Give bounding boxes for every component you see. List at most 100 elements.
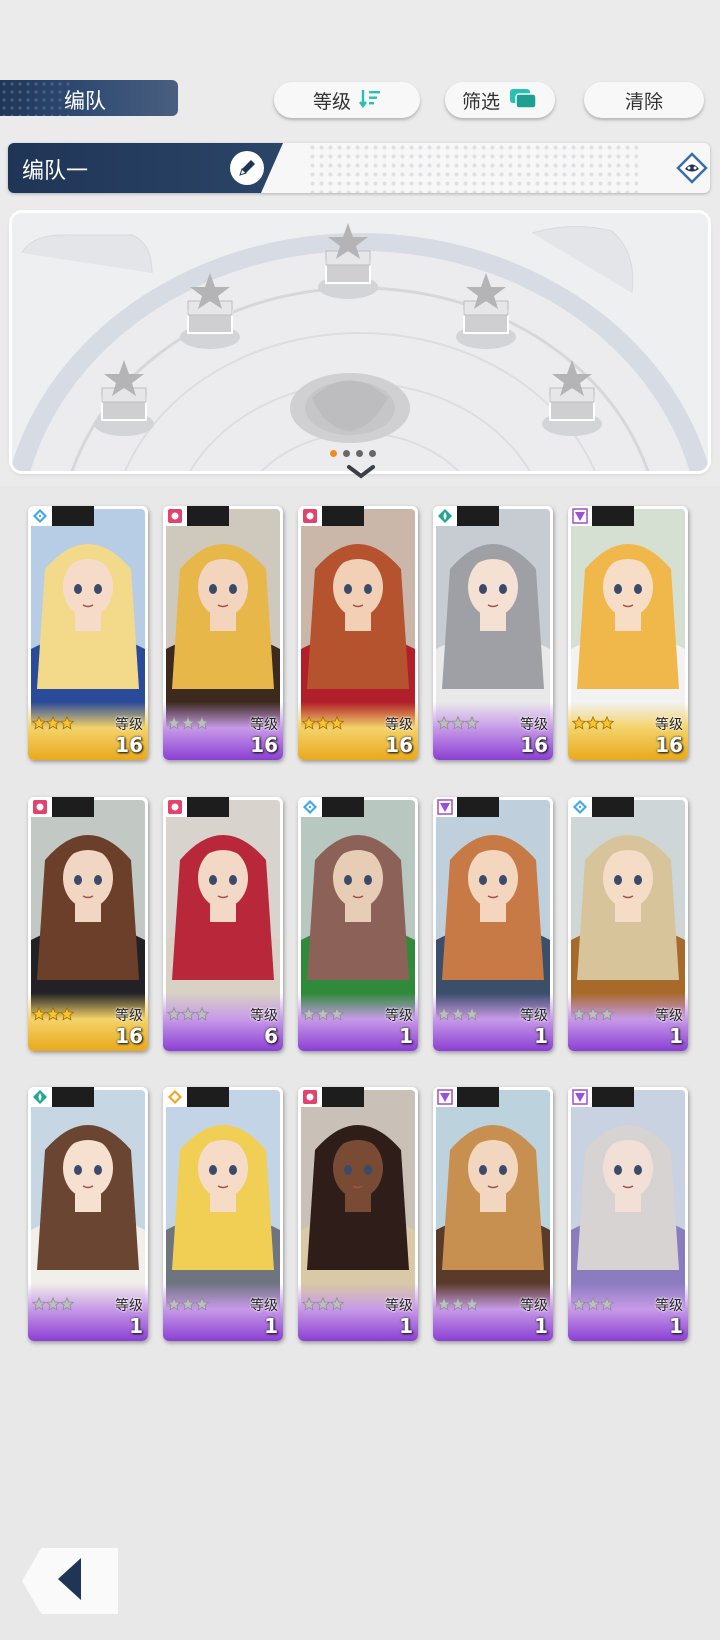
character-card[interactable]: 等级 1 (568, 1087, 688, 1341)
star-empty-icon (181, 1297, 195, 1311)
star-rating (572, 1007, 614, 1021)
formation-slot[interactable] (542, 358, 602, 442)
star-empty-icon (330, 1007, 344, 1021)
star-filled-icon (316, 716, 330, 730)
page-dot (369, 450, 376, 457)
star-rating (32, 1297, 74, 1311)
star-empty-icon (167, 716, 181, 730)
back-button[interactable] (22, 1548, 118, 1614)
sort-descending-icon (359, 88, 381, 113)
formation-slot[interactable] (94, 358, 154, 442)
character-card[interactable]: 等级 1 (298, 1087, 418, 1341)
level-label: 等级 (655, 1008, 683, 1024)
character-card[interactable]: 等级 16 (28, 506, 148, 760)
star-empty-icon (46, 1297, 60, 1311)
wind-element-icon (437, 508, 453, 524)
thunder-element-icon (167, 1089, 183, 1105)
page-title-tab: 编队 (0, 80, 178, 116)
sort-label: 等级 (312, 90, 351, 113)
star-empty-icon (195, 1007, 209, 1021)
light-element-icon (437, 799, 453, 815)
level-label: 等级 (115, 1008, 143, 1024)
star-empty-icon (316, 1297, 330, 1311)
character-card[interactable]: 等级 1 (568, 797, 688, 1051)
fire-element-icon (302, 508, 318, 524)
level-value: 16 (250, 733, 278, 757)
character-card[interactable]: 等级 6 (163, 797, 283, 1051)
star-filled-icon (330, 716, 344, 730)
character-card[interactable]: 等级 16 (298, 506, 418, 760)
level-value: 1 (669, 1024, 683, 1048)
star-empty-icon (586, 1007, 600, 1021)
star-empty-icon (302, 1007, 316, 1021)
level-label: 等级 (115, 1298, 143, 1314)
star-empty-icon (600, 1297, 614, 1311)
filter-label: 筛选 (461, 90, 500, 113)
ice-element-icon (302, 799, 318, 815)
star-filled-icon (32, 1007, 46, 1021)
character-card[interactable]: 等级 1 (298, 797, 418, 1051)
star-empty-icon (437, 716, 451, 730)
level-value: 16 (115, 733, 143, 757)
star-empty-icon (195, 1297, 209, 1311)
star-empty-icon (465, 716, 479, 730)
level-value: 6 (264, 1024, 278, 1048)
character-card[interactable]: 等级 1 (163, 1087, 283, 1341)
character-card[interactable]: 等级 1 (433, 797, 553, 1051)
star-filled-icon (60, 716, 74, 730)
page-dot (343, 450, 350, 457)
star-empty-icon (465, 1007, 479, 1021)
sort-button[interactable]: 等级 (274, 82, 420, 118)
star-rating (167, 716, 209, 730)
star-empty-icon (302, 1297, 316, 1311)
star-rating (437, 1007, 479, 1021)
character-card[interactable]: 等级 16 (28, 797, 148, 1051)
level-label: 等级 (520, 717, 548, 733)
star-empty-icon (316, 1007, 330, 1021)
level-value: 1 (129, 1314, 143, 1338)
star-filled-icon (46, 1007, 60, 1021)
character-card[interactable]: 等级 16 (568, 506, 688, 760)
light-element-icon (572, 508, 588, 524)
character-card[interactable]: 等级 1 (433, 1087, 553, 1341)
level-label: 等级 (655, 717, 683, 733)
clear-button[interactable]: 清除 (584, 82, 704, 118)
character-card[interactable]: 等级 16 (163, 506, 283, 760)
star-empty-icon (465, 1297, 479, 1311)
star-empty-icon (330, 1297, 344, 1311)
pencil-icon[interactable] (230, 151, 264, 185)
level-label: 等级 (655, 1298, 683, 1314)
level-label: 等级 (250, 1298, 278, 1314)
star-rating (167, 1007, 209, 1021)
star-rating (437, 1297, 479, 1311)
level-label: 等级 (520, 1298, 548, 1314)
formation-stage (12, 213, 708, 471)
star-filled-icon (600, 716, 614, 730)
star-rating (32, 1007, 74, 1021)
character-card[interactable]: 等级 16 (433, 506, 553, 760)
level-value: 16 (115, 1024, 143, 1048)
star-rating (437, 716, 479, 730)
star-empty-icon (195, 716, 209, 730)
star-filled-icon (302, 716, 316, 730)
formation-slot[interactable] (180, 271, 240, 355)
star-rating (572, 716, 614, 730)
character-card[interactable]: 等级 1 (28, 1087, 148, 1341)
level-value: 1 (264, 1314, 278, 1338)
filter-button[interactable]: 筛选 (445, 82, 555, 118)
fire-element-icon (167, 799, 183, 815)
formation-slot[interactable] (318, 221, 378, 305)
fire-element-icon (302, 1089, 318, 1105)
level-value: 1 (534, 1024, 548, 1048)
level-label: 等级 (520, 1008, 548, 1024)
clear-label: 清除 (624, 90, 663, 113)
team-emblem-icon[interactable] (676, 152, 708, 188)
level-label: 等级 (250, 717, 278, 733)
team-name-bar: 编队一 (8, 143, 710, 193)
formation-slot[interactable] (456, 271, 516, 355)
star-rating (302, 716, 344, 730)
star-empty-icon (572, 1297, 586, 1311)
star-empty-icon (60, 1297, 74, 1311)
chevron-down-icon[interactable] (346, 464, 376, 484)
level-value: 16 (385, 733, 413, 757)
